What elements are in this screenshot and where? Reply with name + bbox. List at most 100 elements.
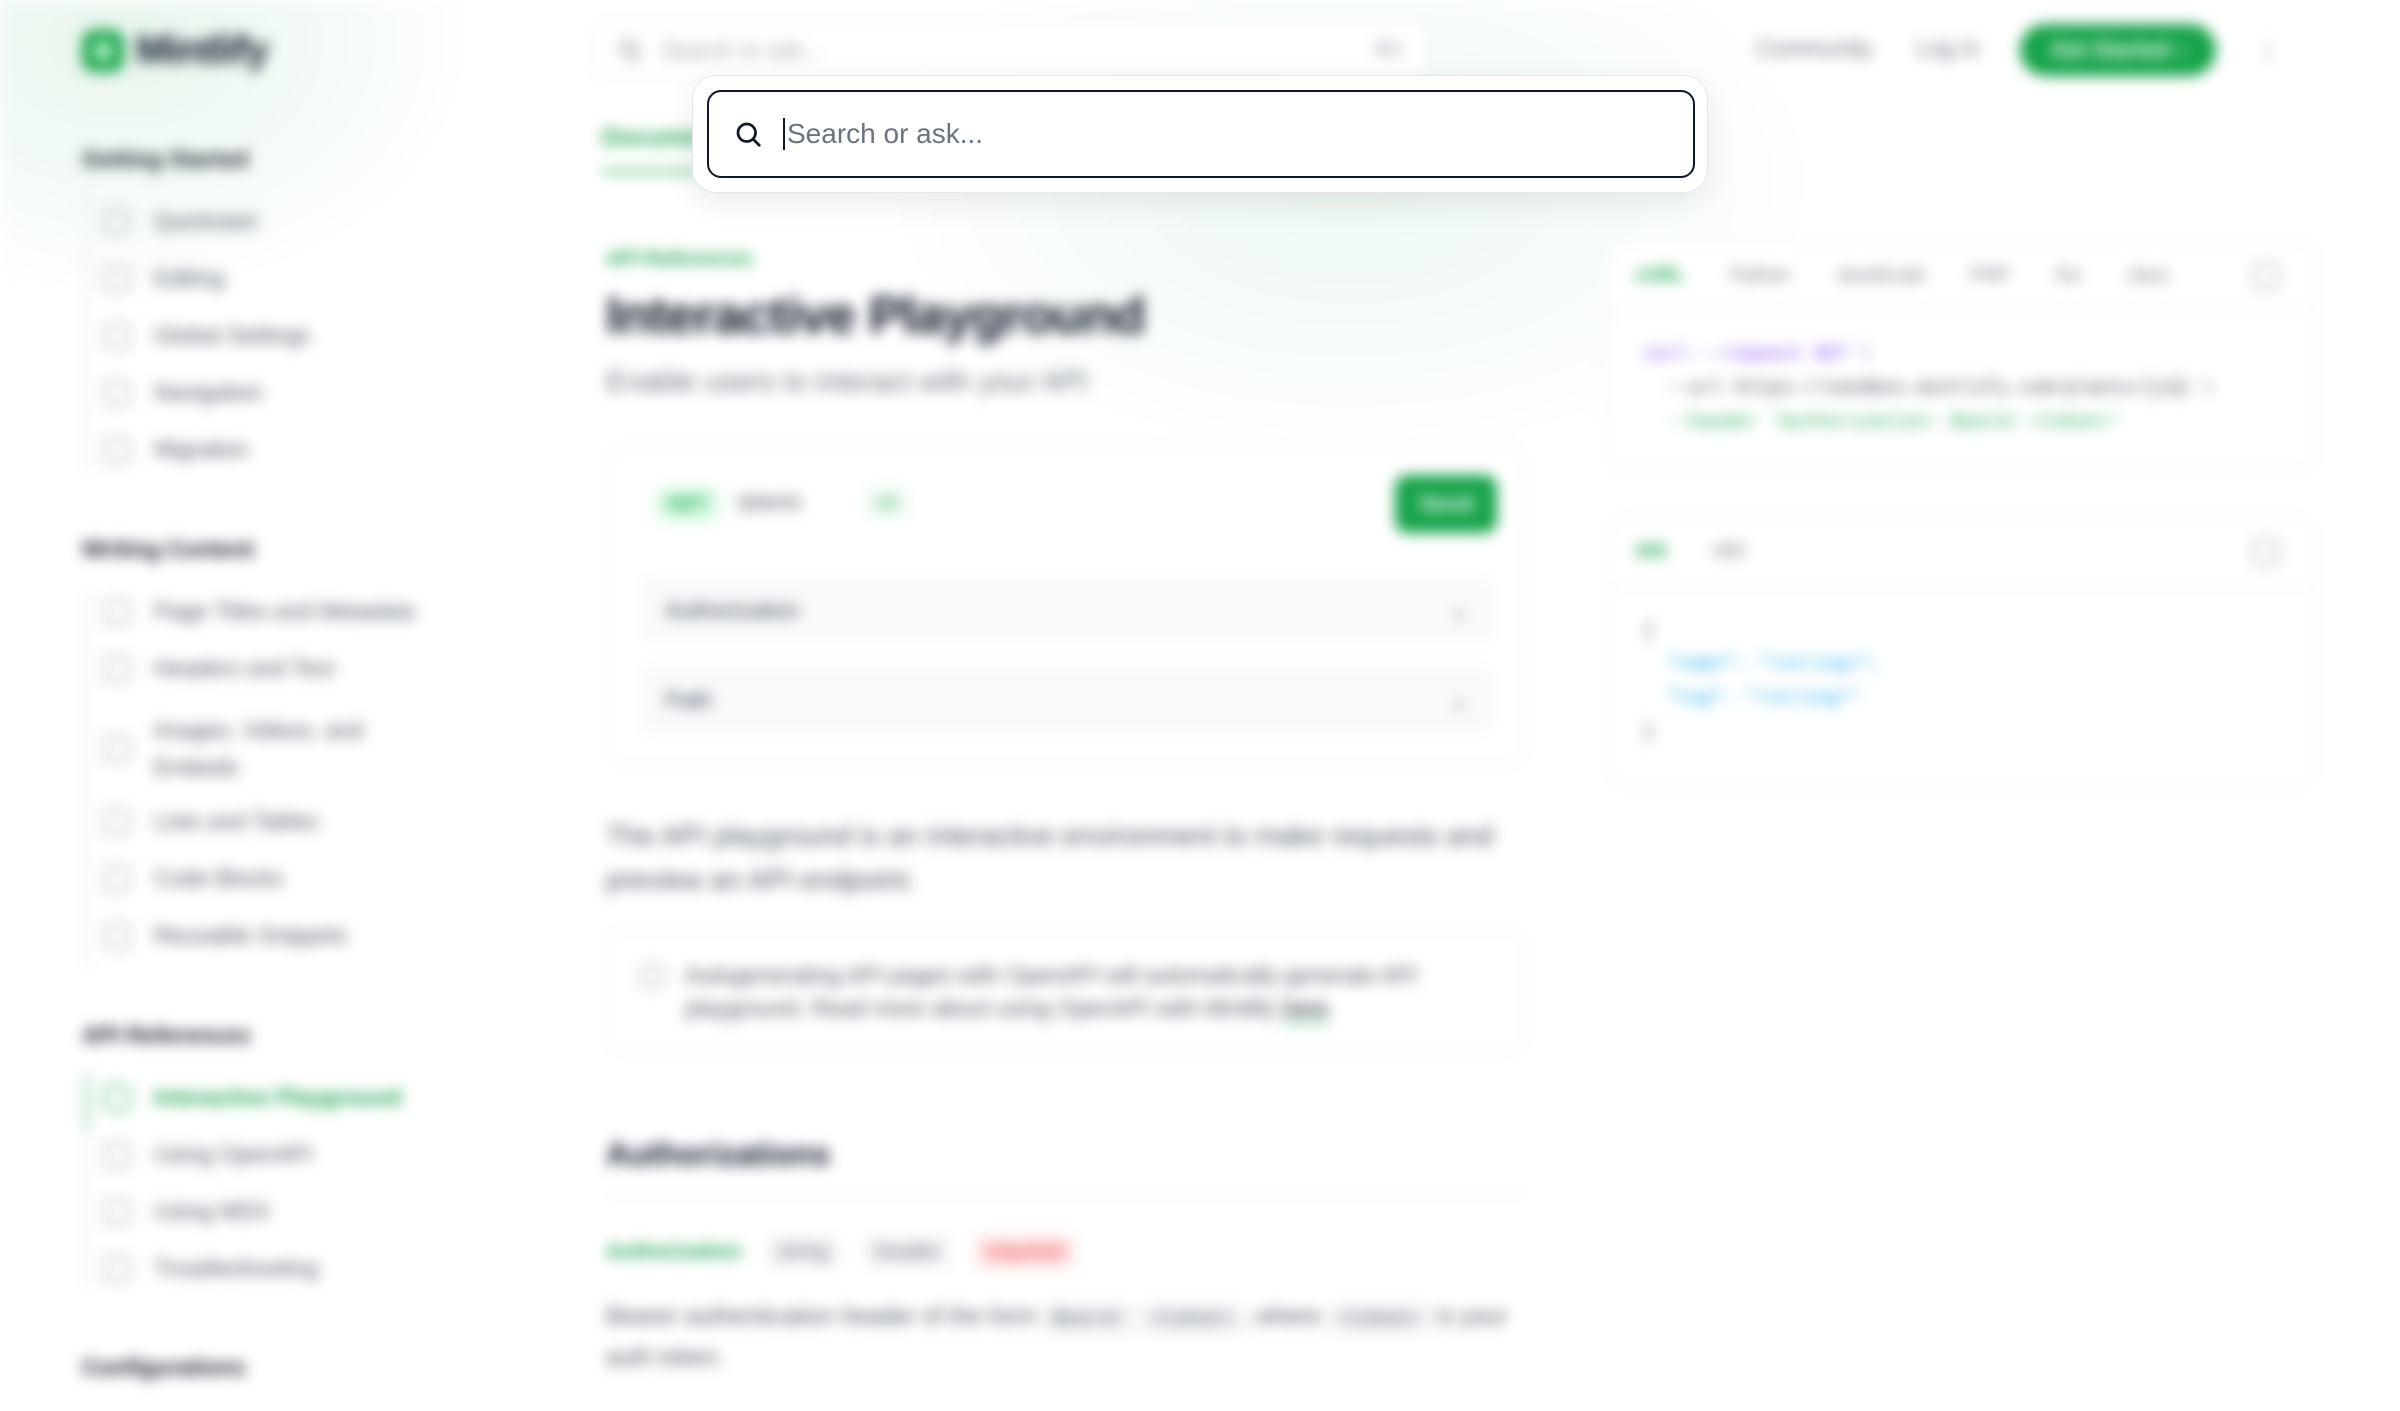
tab-php[interactable]: PHP: [1970, 265, 2009, 287]
chevron-down-icon: ⌄: [1449, 596, 1469, 623]
tab-javascript[interactable]: JavaScript: [1836, 265, 1925, 287]
openapi-link[interactable]: here: [1282, 995, 1329, 1023]
brand-name: Mintlify: [136, 28, 269, 72]
code-line: curl --request GET \: [1643, 343, 1872, 365]
sidebar-item-page-titles[interactable]: Page Titles and Metadata: [104, 598, 415, 625]
tab-go[interactable]: Go: [2056, 265, 2081, 287]
code-icon: [104, 865, 130, 892]
sidebar-item-editing[interactable]: Editing: [104, 265, 224, 292]
desc-text: Bearer authentication header of the form: [606, 1303, 1044, 1330]
app-root: Mintlify Search or ask... ⌘K Community L…: [0, 0, 2400, 1411]
sidebar-rule: [86, 588, 88, 968]
rocket-icon: [104, 208, 130, 235]
sidebar-group-title: Configurations: [82, 1354, 246, 1380]
map-icon: [104, 379, 130, 406]
heading-icon: [104, 655, 130, 682]
search-shortcut: ⌘K: [1373, 39, 1405, 61]
sidebar-item-label: Using MDX: [154, 1198, 271, 1224]
section-heading: Authorizations: [606, 1136, 830, 1172]
section-label: Authorization: [665, 596, 800, 623]
sidebar-item-global-settings[interactable]: Global Settings: [104, 322, 310, 349]
tab-200[interactable]: 200: [1635, 541, 1667, 563]
sidebar-item-using-openapi[interactable]: Using OpenAPI: [104, 1141, 313, 1168]
sidebar-item-navigation[interactable]: Navigation: [104, 379, 263, 406]
sidebar-item-label: Reusable Snippets: [154, 922, 348, 948]
param-type: string: [767, 1236, 839, 1268]
search-modal: [692, 75, 1708, 193]
info-callout: Autogenerating API pages with OpenAPI wi…: [606, 930, 1526, 1052]
sidebar-item-interactive-playground[interactable]: Interactive Playground: [104, 1084, 402, 1111]
info-icon: [639, 963, 665, 989]
intro-paragraph: The API playground is an interactive env…: [606, 820, 1494, 895]
search-box[interactable]: [707, 90, 1695, 178]
community-link[interactable]: Community: [1756, 35, 1872, 62]
response-code: { "name": "<string>", "tag": "<string>"}: [1609, 587, 2315, 775]
sidebar-item-lists-tables[interactable]: Lists and Tables: [104, 808, 319, 835]
sidebar-item-label: Migration: [154, 436, 249, 462]
brackets-icon: [104, 1141, 130, 1168]
code-chip: <token>: [1140, 1305, 1243, 1334]
more-menu-icon[interactable]: ⋮: [2256, 36, 2280, 65]
language-tabs: cURL Python JavaScript PHP Go Java: [1609, 241, 2315, 311]
image-icon: [104, 736, 130, 762]
code-line: --url https://sandbox.mintlify.com/plant…: [1643, 377, 2214, 399]
pen-icon: [104, 265, 130, 292]
sidebar-item-label: Editing: [154, 265, 225, 291]
send-button[interactable]: Send: [1395, 475, 1497, 533]
request-code-panel: cURL Python JavaScript PHP Go Java curl …: [1608, 240, 2316, 472]
markdown-icon: [104, 1198, 130, 1225]
tab-curl[interactable]: cURL: [1635, 265, 1685, 287]
sidebar-item-label: Headers and Text: [154, 655, 334, 681]
chevron-down-icon: ⌄: [1449, 686, 1469, 713]
sidebar-item-label: Navigation: [154, 379, 263, 405]
tab-400[interactable]: 400: [1713, 541, 1745, 563]
sidebar-item-code-blocks[interactable]: Code Blocks: [104, 865, 283, 892]
text-icon: [104, 598, 130, 625]
request-code: curl --request GET \ --url https://sandb…: [1609, 311, 2315, 465]
search-icon: [620, 40, 641, 61]
brand-logo[interactable]: Mintlify: [82, 28, 269, 73]
method-badge: GET: [655, 487, 721, 522]
code-chip: <token>: [1327, 1305, 1430, 1334]
sidebar-item-migration[interactable]: Migration: [104, 436, 249, 463]
sidebar-group-title: API References: [82, 1022, 251, 1048]
login-link[interactable]: Log In: [1916, 35, 1980, 62]
required-badge: required: [976, 1236, 1074, 1268]
copy-icon[interactable]: [2253, 263, 2279, 289]
header-search-bar[interactable]: Search or ask... ⌘K: [594, 22, 1428, 78]
sidebar-item-label: Images, Videos, and Embeds: [154, 717, 364, 780]
get-started-label: Get Started: [2051, 37, 2170, 62]
sidebar-item-snippets[interactable]: Reusable Snippets: [104, 922, 347, 949]
sidebar-item-label: Interactive Playground: [154, 1084, 402, 1110]
get-started-button[interactable]: Get Started ›: [2020, 24, 2216, 76]
wrench-icon: [104, 322, 130, 349]
sidebar-item-label: Global Settings: [154, 322, 310, 348]
sidebar-item-quickstart[interactable]: Quickstart: [104, 208, 258, 235]
sidebar-item-using-mdx[interactable]: Using MDX: [104, 1198, 270, 1225]
copy-icon[interactable]: [2253, 539, 2279, 565]
search-input[interactable]: [787, 118, 1669, 150]
warning-icon: [104, 1255, 130, 1282]
tab-java[interactable]: Java: [2127, 265, 2167, 287]
sidebar-rule: [86, 196, 88, 476]
sidebar-item-headers-text[interactable]: Headers and Text: [104, 655, 334, 682]
puzzle-icon: [104, 922, 130, 949]
sidebar-item-label: Page Titles and Metadata: [154, 598, 415, 624]
play-icon: [104, 1084, 130, 1111]
page-title: Interactive Playground: [606, 287, 1146, 345]
page-subtitle: Enable users to interact with your API: [606, 366, 1088, 398]
response-code-panel: 200 400 { "name": "<string>", "tag": "<s…: [1608, 516, 2316, 786]
text-caret: [783, 118, 785, 150]
tab-python[interactable]: Python: [1731, 265, 1790, 287]
path-param-badge: {id}: [863, 485, 912, 520]
code-line: "tag": "<string>": [1643, 687, 1860, 709]
sidebar-item-images[interactable]: Images, Videos, and Embeds: [104, 712, 404, 786]
authorization-section[interactable]: Authorization ⌄: [639, 577, 1495, 643]
code-chip: Bearer: [1043, 1305, 1134, 1334]
code-line: --header 'Authorization: Bearer <token>': [1643, 411, 2122, 433]
path-section[interactable]: Path ⌄: [639, 667, 1495, 733]
sidebar-group-title: Writing Content: [82, 536, 255, 562]
sidebar-group-title: Getting Started: [82, 146, 249, 172]
sidebar-item-label: Using OpenAPI: [154, 1141, 313, 1167]
sidebar-item-troubleshooting[interactable]: Troubleshooting: [104, 1255, 318, 1282]
